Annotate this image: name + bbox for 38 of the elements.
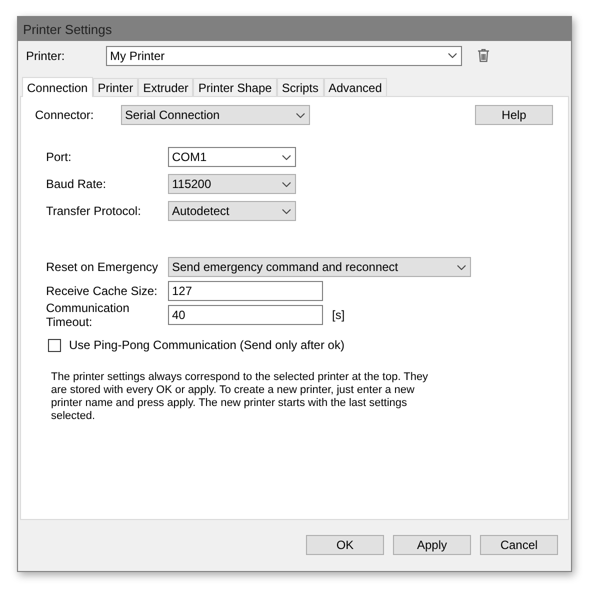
field-label: Baud Rate: (46, 177, 108, 191)
checkbox[interactable] (48, 338, 61, 352)
dropdown[interactable]: Serial Connection (121, 105, 310, 125)
window-title: Printer Settings (18, 17, 571, 41)
tab[interactable]: Scripts (276, 78, 324, 96)
tab[interactable]: Printer (92, 78, 138, 96)
dialog-button[interactable]: Cancel (480, 535, 558, 555)
input-field[interactable]: 40 (168, 305, 323, 325)
help-button[interactable]: Help (475, 105, 553, 125)
printer-dropdown[interactable]: My Printer (106, 46, 462, 66)
chevron-down-icon (296, 112, 305, 118)
input-field[interactable]: 127 (168, 281, 323, 301)
chevron-down-icon (282, 154, 291, 160)
tab[interactable]: Advanced (324, 78, 387, 96)
field-label: Transfer Protocol: (46, 204, 142, 218)
connector-label: Connector: (35, 108, 95, 122)
chevron-down-icon (457, 264, 466, 270)
dialog-button[interactable]: Apply (393, 535, 471, 555)
dropdown[interactable]: Autodetect (168, 201, 296, 221)
dropdown[interactable]: 115200 (168, 174, 296, 194)
tab[interactable]: Printer Shape (193, 78, 277, 96)
printer-label: Printer: (26, 48, 66, 62)
dialog-button[interactable]: OK (306, 535, 384, 555)
tab[interactable]: Connection (22, 77, 93, 97)
chevron-down-icon (448, 53, 457, 58)
field-label: Port: (46, 150, 72, 164)
dropdown[interactable]: Send emergency command and reconnect (168, 257, 471, 277)
trash-icon[interactable] (478, 49, 489, 62)
field-label: Reset on Emergency (46, 260, 160, 274)
field-label: Receive Cache Size: (46, 284, 158, 298)
info-text: The printer settings always correspond to the selected printer at the top. They are stored with every OK or apply. To create a new printer, just enter a new printer name and press apply. The new printer starts with the last settings selected. (51, 371, 430, 423)
checkbox-label: Use Ping-Pong Communication (Send only after ok) (69, 338, 344, 352)
dropdown[interactable]: COM1 (168, 147, 296, 167)
unit-label: [s] (332, 308, 345, 322)
tab[interactable]: Extruder (138, 78, 194, 96)
chevron-down-icon (282, 182, 291, 186)
chevron-down-icon (282, 208, 291, 214)
field-label: Communication Timeout: (46, 301, 130, 329)
